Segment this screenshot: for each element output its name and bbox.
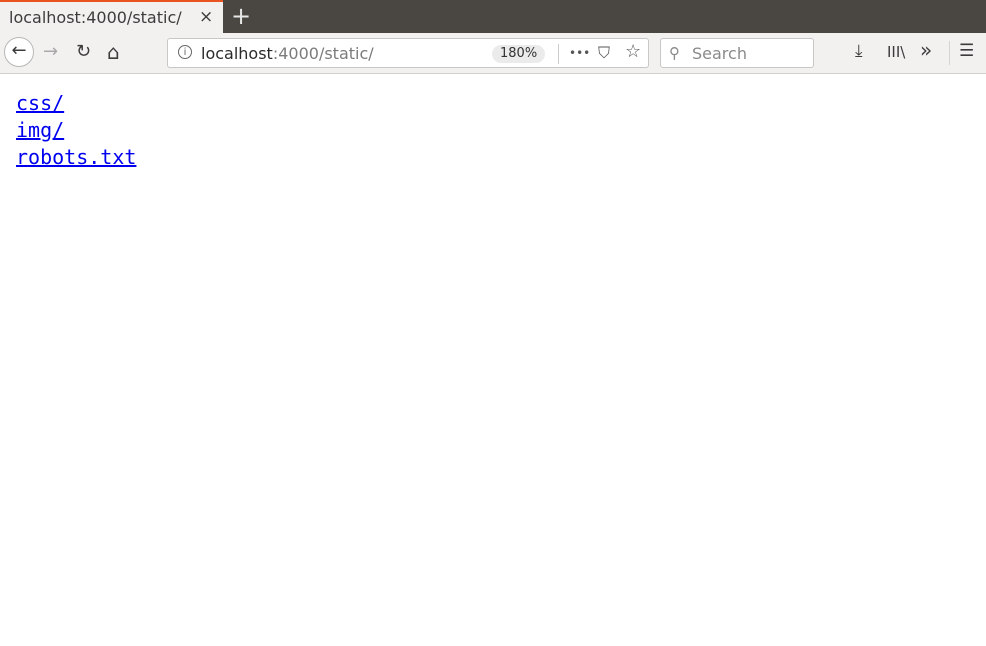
search-box[interactable]: ⚲ Search: [660, 38, 814, 68]
more-actions-icon[interactable]: •••: [569, 46, 590, 60]
tab-title: localhost:4000/static/: [9, 8, 182, 27]
search-icon: ⚲: [669, 44, 680, 62]
toolbar-separator: [949, 41, 950, 65]
back-button[interactable]: ←: [4, 37, 34, 67]
search-placeholder: Search: [692, 44, 747, 63]
new-tab-icon[interactable]: +: [231, 2, 251, 30]
reload-icon[interactable]: ↻: [76, 41, 91, 63]
info-icon[interactable]: i: [178, 45, 192, 59]
home-icon[interactable]: ⌂: [107, 41, 120, 63]
listing-link[interactable]: img/: [16, 117, 136, 144]
url-separator: [558, 44, 559, 64]
url-text[interactable]: localhost:4000/static/: [201, 44, 374, 63]
navigation-toolbar: ← → ↻ ⌂ i localhost:4000/static/ 180% ••…: [0, 33, 986, 74]
overflow-menu-icon[interactable]: »: [920, 38, 932, 62]
zoom-level-button[interactable]: 180%: [492, 45, 546, 63]
hamburger-menu-icon[interactable]: ☰: [959, 41, 974, 61]
tab-active[interactable]: localhost:4000/static/ ×: [0, 0, 223, 33]
directory-listing: css/ img/ robots.txt: [16, 90, 136, 171]
close-tab-icon[interactable]: ×: [199, 7, 213, 27]
library-icon[interactable]: III\: [887, 43, 905, 61]
listing-link[interactable]: css/: [16, 90, 136, 117]
downloads-icon[interactable]: ⤓: [855, 41, 863, 61]
listing-link[interactable]: robots.txt: [16, 144, 136, 171]
forward-icon[interactable]: →: [43, 41, 58, 63]
url-bar[interactable]: i localhost:4000/static/ 180% ••• ⛉ ☆: [167, 38, 649, 68]
back-arrow-icon: ←: [11, 40, 27, 61]
url-host: localhost: [201, 44, 273, 63]
url-path: :4000/static/: [272, 44, 374, 63]
tab-bar: localhost:4000/static/ × +: [0, 0, 986, 33]
pocket-icon[interactable]: ⛉: [598, 43, 610, 63]
bookmark-star-icon[interactable]: ☆: [625, 41, 641, 62]
